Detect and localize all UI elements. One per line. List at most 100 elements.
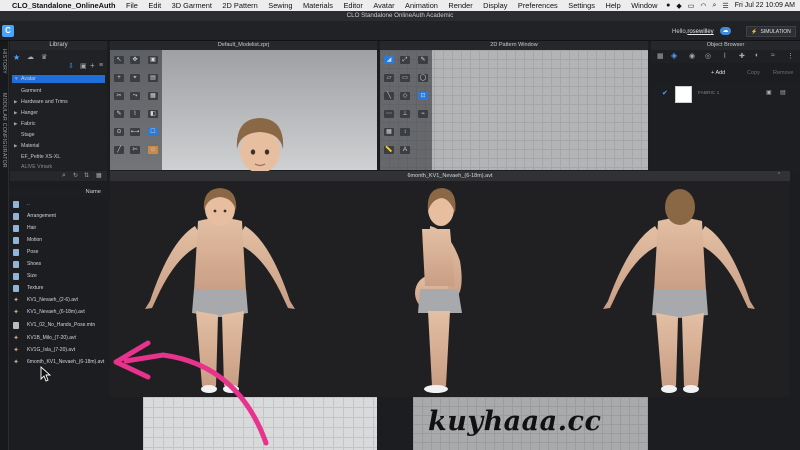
status-icon-2[interactable]: ◆ [676,2,681,10]
name-column-header[interactable]: Name [10,188,107,197]
star-icon[interactable]: ★ [13,53,20,62]
pin-tool-icon[interactable]: ⌖ [130,74,140,82]
menu-display[interactable]: Display [483,1,507,10]
fold-tool-icon[interactable]: ⌇ [130,110,140,118]
list-item[interactable]: KV1_02_No_Hands_Pose.mtn [13,320,95,330]
menu-sewing[interactable]: Sewing [268,1,292,10]
tab-trim-icon[interactable]: ✚ [739,52,745,60]
list-item[interactable]: ✦ 6month_KV1_Nevaeh_(6-18m).avt [13,357,104,367]
fabric-layers-icon[interactable]: ▤ [780,89,786,96]
tree-item-material[interactable]: ▶ Material [14,143,39,149]
cut-tool-icon[interactable]: ✂ [114,92,124,100]
dart-tool-icon[interactable]: ◇ [400,92,410,100]
tack-tool-icon[interactable]: ⊙ [114,128,124,136]
avatar-skin-icon[interactable]: ☺ [148,146,158,154]
refresh-icon[interactable]: ↻ [73,172,78,179]
menu-editor[interactable]: Editor [344,1,363,10]
transform-tool-icon[interactable]: + [114,74,124,82]
tab-buttonhole-icon[interactable]: ◎ [705,52,711,60]
edit-pattern-icon[interactable]: ✎ [418,56,428,64]
grid-view-icon[interactable]: ▦ [96,172,102,179]
texture-tool-icon[interactable]: ▦ [148,92,158,100]
tree-item-ef-petite[interactable]: EF_Petite XS-XL [14,154,60,160]
menu-file[interactable]: File [126,1,138,10]
transform-pattern-icon[interactable]: ⤢ [400,56,410,64]
circle-tool-icon[interactable]: ◯ [418,74,428,82]
menu-help[interactable]: Help [605,1,620,10]
sewing-tool-icon[interactable]: ⊡ [418,92,428,100]
store-icon[interactable]: ♛ [41,53,47,61]
download-icon[interactable]: ⇩ [68,62,74,70]
menu-app-name[interactable]: CLO_Standalone_OnlineAuth [12,1,115,10]
username-link[interactable]: rosewilley [687,29,713,35]
fabric-swatch[interactable] [675,86,692,103]
simulation-button[interactable]: ⚡ SIMULATION [746,26,796,37]
measure-tool-icon[interactable]: ⟷ [130,128,140,136]
list-item[interactable]: Motion [13,235,42,245]
rectangle-tool-icon[interactable]: ▭ [400,74,410,82]
menu-2d-pattern[interactable]: 2D Pattern [222,1,257,10]
menu-avatar[interactable]: Avatar [373,1,394,10]
tab-graphic-icon[interactable]: ◐ [755,52,759,59]
tab-more-icon[interactable]: ⋮ [787,52,794,60]
remove-fabric-button[interactable]: Remove [773,70,793,76]
checkmark-icon[interactable]: ✔ [662,89,668,97]
select-tool-icon[interactable]: ↖ [114,56,124,64]
move-tool-icon[interactable]: ✥ [130,56,140,64]
tab-button-icon[interactable]: ◉ [689,52,695,60]
sort-icon[interactable]: ⇅ [84,172,89,179]
tree-item-stage[interactable]: Stage [14,132,35,138]
add-fabric-button[interactable]: + Add [711,70,725,76]
folder-add-icon[interactable]: ▣ [80,62,87,70]
list-item[interactable]: ✦ KV1_Nevaeh_(2-6).avt [13,295,78,305]
list-item[interactable]: ✦ KV1B_Milo_(7-20).avt [13,333,76,343]
layer-tool-icon[interactable]: ▤ [148,74,158,82]
render-tool-icon[interactable]: ▣ [148,56,158,64]
annotation-tool-icon[interactable]: A [400,146,410,154]
internal-line-icon[interactable]: ╲ [384,92,394,100]
ruler-tool-icon[interactable]: 📏 [384,146,394,154]
menu-animation[interactable]: Animation [405,1,438,10]
menu-window[interactable]: Window [631,1,657,10]
control-center-icon[interactable]: ☰ [722,2,728,10]
scissors-tool-icon[interactable]: ✄ [130,146,140,154]
list-item[interactable]: Hair [13,223,36,233]
cloud-icon[interactable]: ☁ [720,27,731,35]
polygon-tool-icon[interactable]: ▱ [384,74,394,82]
list-item[interactable]: Size [13,271,37,281]
menu-preferences[interactable]: Preferences [518,1,558,10]
search-icon[interactable]: ⌕ [62,172,66,180]
menu-edit[interactable]: Edit [148,1,161,10]
notch-tool-icon[interactable]: ⊥ [400,110,410,118]
list-item[interactable]: Arrangement [13,211,56,221]
list-item[interactable]: Pose [13,247,38,257]
tab-topstitch-icon[interactable]: ⌇ [723,52,726,60]
copy-fabric-button[interactable]: Copy [747,70,760,76]
status-icon-1[interactable]: ● [666,2,670,9]
battery-icon[interactable]: ▭ [688,2,695,10]
cloud-library-icon[interactable]: ☁ [27,53,34,61]
tab-puckering-icon[interactable]: ≈ [771,52,775,59]
fit-tool-icon[interactable]: ◧ [148,110,158,118]
list-item[interactable]: ✦ KV1_Nevaeh_(6-18m).avt [13,307,85,317]
tree-item-garment[interactable]: Garment [14,88,41,94]
sew-tool-icon[interactable]: ⤳ [130,92,140,100]
list-item[interactable]: Texture [13,283,43,293]
fabric-apply-icon[interactable]: ▣ [766,89,772,96]
line-tool-icon[interactable]: ╱ [114,146,124,154]
list-item[interactable]: ✦ KV1G_Isla_(7-20).avt [13,345,75,355]
tab-scene-icon[interactable]: ▦ [657,52,664,60]
search-icon[interactable]: ⌕ [712,2,716,10]
tree-item-hanger[interactable]: ▶ Hanger [14,110,38,116]
menu-render[interactable]: Render [448,1,472,10]
menu-settings[interactable]: Settings [568,1,595,10]
tree-item-avatar[interactable]: ▼ Avatar [14,76,36,82]
edit-tool-icon[interactable]: ✎ [114,110,124,118]
tree-item-alive[interactable]: ALIVE Vmark [14,164,52,170]
menu-3d-garment[interactable]: 3D Garment [172,1,212,10]
menubar-clock[interactable]: Fri Jul 22 10:09 AM [735,2,795,9]
menu-materials[interactable]: Materials [303,1,333,10]
menu-icon[interactable]: ≡ [99,62,103,69]
trace-tool-icon[interactable]: ⌁ [418,110,428,118]
history-tab[interactable]: HISTORY [1,49,7,74]
